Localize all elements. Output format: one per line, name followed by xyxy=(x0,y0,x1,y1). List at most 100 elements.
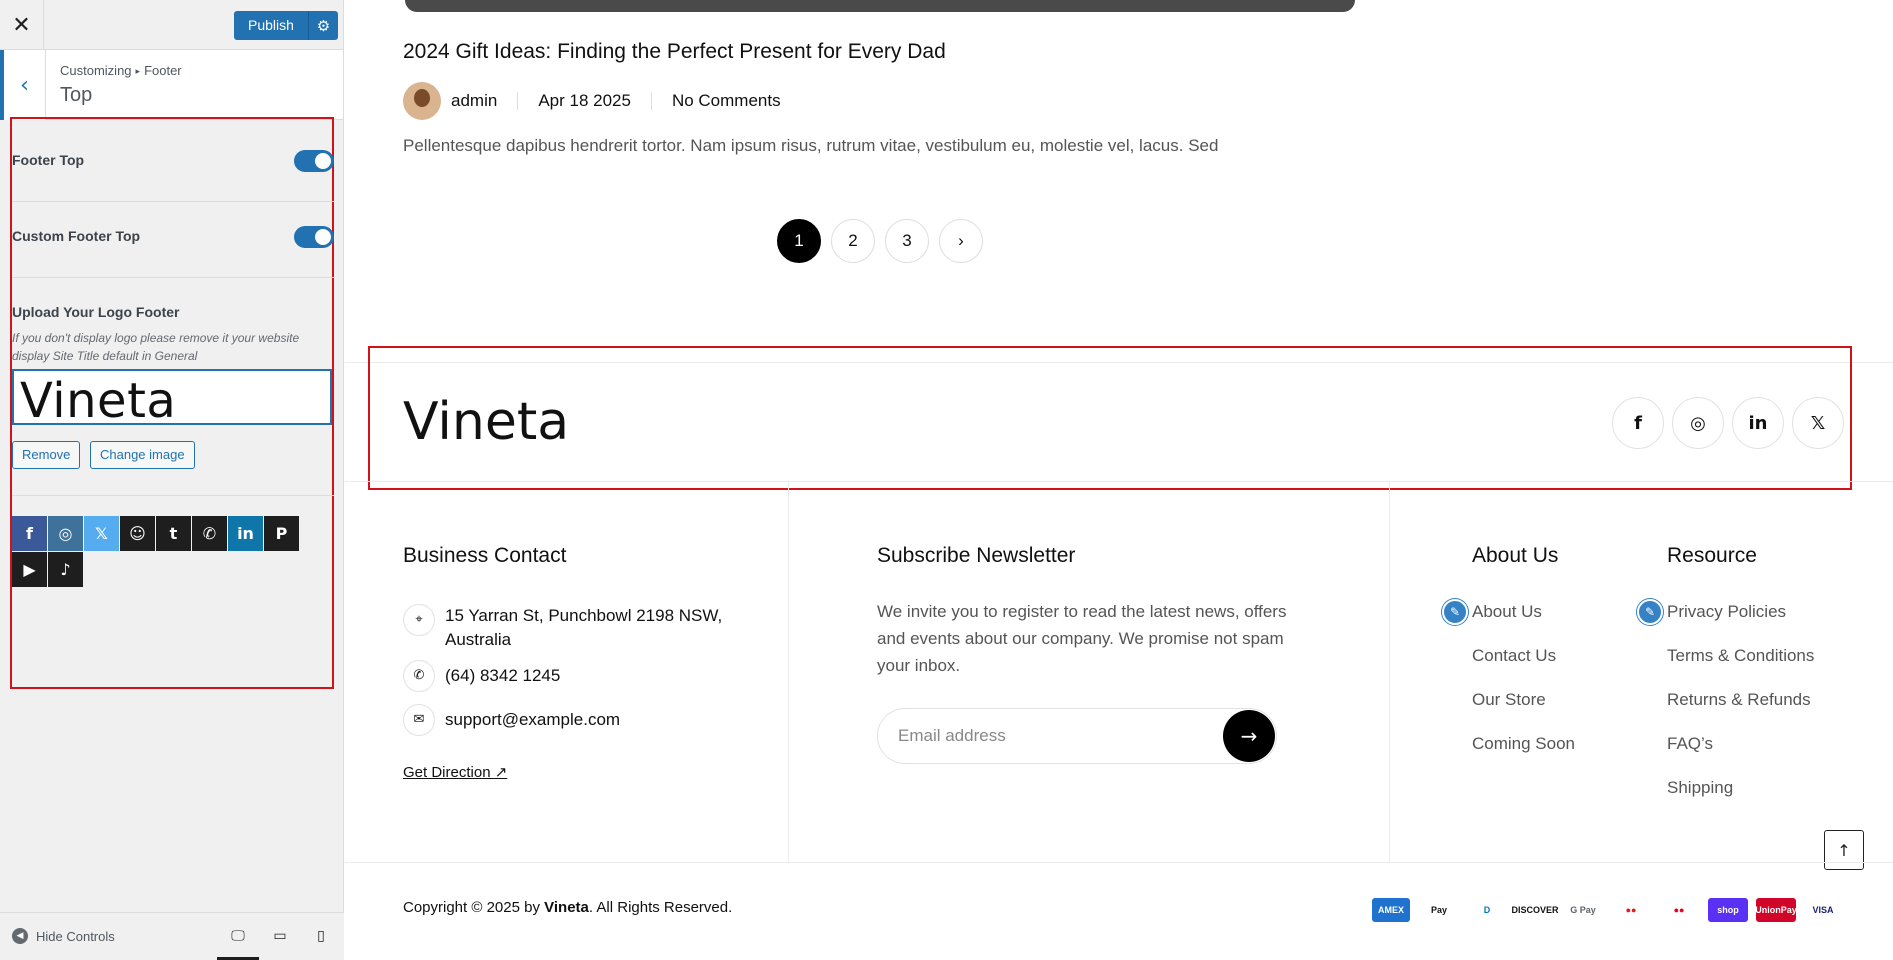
copyright-text: Copyright © 2025 by Vineta. All Rights R… xyxy=(403,899,732,916)
post-comments[interactable]: No Comments xyxy=(672,91,781,111)
instagram-icon[interactable]: ◎ xyxy=(1672,397,1724,449)
tablet-preview-icon[interactable]: ▭ xyxy=(269,925,291,947)
footer-top-settings-panel: Footer Top Custom Footer Top Upload Your… xyxy=(10,117,334,689)
footer-top-label: Footer Top xyxy=(12,152,85,168)
unionpay-icon: UnionPay xyxy=(1755,898,1797,922)
footer-link-returns-refunds[interactable]: Returns & Refunds xyxy=(1667,690,1811,710)
back-to-top-icon[interactable]: ↑ xyxy=(1824,830,1864,870)
linkedin-icon[interactable]: in xyxy=(1732,397,1784,449)
pinterest-icon[interactable]: P xyxy=(264,516,299,551)
mastercard-icon: ●● xyxy=(1660,898,1698,922)
footer-link-privacy-policies[interactable]: Privacy Policies xyxy=(1667,602,1786,622)
edit-pencil-icon[interactable]: ✎ xyxy=(1637,599,1663,625)
copyright-brand[interactable]: Vineta xyxy=(544,899,589,916)
page-1-button[interactable]: 1 xyxy=(777,219,821,263)
linkedin-icon[interactable]: in xyxy=(228,516,263,551)
instagram-icon[interactable]: ◎ xyxy=(48,516,83,551)
site-preview: 2024 Gift Ideas: Finding the Perfect Pre… xyxy=(345,0,1893,960)
hide-controls-button[interactable]: ◀ Hide Controls xyxy=(12,928,115,944)
customizer-topbar: ✕ Publish ⚙ xyxy=(0,0,343,50)
phone-text[interactable]: (64) 8342 1245 xyxy=(445,660,560,692)
post-excerpt: Pellentesque dapibus hendrerit tortor. N… xyxy=(403,136,1219,155)
divider xyxy=(1389,482,1390,862)
x-icon[interactable]: 𝕏 xyxy=(1792,397,1844,449)
upload-logo-description: If you don't display logo please remove … xyxy=(12,331,300,363)
footer-link-shipping[interactable]: Shipping xyxy=(1667,778,1733,798)
desktop-preview-icon[interactable]: 🖵 xyxy=(217,925,259,960)
mail-icon: ✉ xyxy=(403,704,435,736)
phone-item: ✆ (64) 8342 1245 xyxy=(403,660,560,692)
post-featured-image[interactable] xyxy=(405,0,1355,12)
mobile-preview-icon[interactable]: ▯ xyxy=(310,925,332,947)
email-item: ✉ support@example.com xyxy=(403,704,620,736)
section-title: Top xyxy=(60,84,93,106)
edit-pencil-icon[interactable]: ✎ xyxy=(1442,599,1468,625)
newsletter-form xyxy=(877,708,1277,764)
divider xyxy=(345,481,1893,482)
change-image-button[interactable]: Change image xyxy=(90,441,195,469)
logo-preview[interactable]: Vineta xyxy=(12,369,332,429)
visa-icon: VISA xyxy=(1804,898,1842,922)
divider xyxy=(12,495,334,496)
remove-logo-button[interactable]: Remove xyxy=(12,441,81,469)
footer-link-contact-us[interactable]: Contact Us xyxy=(1472,646,1556,666)
tiktok-icon[interactable]: ♪ xyxy=(48,552,83,587)
post-author[interactable]: admin xyxy=(451,91,497,111)
divider xyxy=(12,277,334,278)
facebook-icon[interactable]: f xyxy=(1612,397,1664,449)
page-2-button[interactable]: 2 xyxy=(831,219,875,263)
customizer-footer: ◀ Hide Controls 🖵 ▭ ▯ xyxy=(0,912,344,960)
footer-link-faqs[interactable]: FAQ’s xyxy=(1667,734,1713,754)
footer-top-row: Footer Top xyxy=(12,119,334,199)
next-page-icon[interactable]: › xyxy=(939,219,983,263)
gear-icon[interactable]: ⚙ xyxy=(307,11,338,40)
upload-logo-label: Upload Your Logo Footer xyxy=(12,304,180,320)
divider xyxy=(650,92,652,110)
phone-icon: ✆ xyxy=(403,660,435,692)
diners-club-icon: D xyxy=(1468,898,1506,922)
section-header: ‹ Customizing ▸ Footer Top xyxy=(0,50,343,120)
youtube-icon[interactable]: ▶ xyxy=(12,552,47,587)
business-contact-heading: Business Contact xyxy=(403,544,567,567)
footer-link-our-store[interactable]: Our Store xyxy=(1472,690,1546,710)
address-item: ⌖ 15 Yarran St, Punchbowl 2198 NSW, Aust… xyxy=(403,604,743,652)
hide-controls-label: Hide Controls xyxy=(36,928,115,944)
footer-logo[interactable]: Vineta xyxy=(403,392,569,452)
subscribe-arrow-icon[interactable]: → xyxy=(1223,710,1275,762)
about-heading: About Us xyxy=(1472,544,1559,567)
divider xyxy=(788,482,789,862)
resource-heading: Resource xyxy=(1667,544,1757,567)
amex-icon: AMEX xyxy=(1372,898,1410,922)
footer-link-terms-conditions[interactable]: Terms & Conditions xyxy=(1667,646,1814,666)
email-input[interactable] xyxy=(878,709,1178,763)
copyright-suffix: . All Rights Reserved. xyxy=(588,899,733,916)
post-title[interactable]: 2024 Gift Ideas: Finding the Perfect Pre… xyxy=(403,40,946,64)
newsletter-heading: Subscribe Newsletter xyxy=(877,544,1076,567)
customizer-sidebar: ✕ Publish ⚙ ‹ Customizing ▸ Footer Top Foo… xyxy=(0,0,344,960)
x-icon[interactable]: 𝕏 xyxy=(84,516,119,551)
copyright-prefix: Copyright © 2025 by xyxy=(403,899,545,916)
breadcrumb: Customizing ▸ Footer xyxy=(60,63,182,78)
email-text[interactable]: support@example.com xyxy=(445,704,620,736)
apple-pay-icon: Pay xyxy=(1420,898,1458,922)
discover-icon: DISCOVER xyxy=(1512,898,1559,922)
maestro-icon: ●● xyxy=(1612,898,1650,922)
footer-link-about-us[interactable]: About Us xyxy=(1472,602,1542,622)
divider xyxy=(345,862,1893,863)
footer-top-toggle[interactable] xyxy=(294,150,334,172)
facebook-icon[interactable]: f xyxy=(12,516,47,551)
snapchat-icon[interactable]: ☺ xyxy=(120,516,155,551)
publish-button[interactable]: Publish xyxy=(234,11,308,40)
close-icon[interactable]: ✕ xyxy=(0,0,44,50)
page-3-button[interactable]: 3 xyxy=(885,219,929,263)
author-avatar xyxy=(403,82,441,120)
twitter-icon[interactable]: t xyxy=(156,516,191,551)
whatsapp-icon[interactable]: ✆ xyxy=(192,516,227,551)
address-text: 15 Yarran St, Punchbowl 2198 NSW, Austra… xyxy=(445,606,723,649)
get-direction-link[interactable]: Get Direction ↗ xyxy=(403,763,507,781)
custom-footer-top-toggle[interactable] xyxy=(294,226,334,248)
custom-footer-top-row: Custom Footer Top xyxy=(12,201,334,279)
breadcrumb-root: Customizing xyxy=(60,63,132,78)
back-icon[interactable]: ‹ xyxy=(0,50,46,120)
footer-link-coming-soon[interactable]: Coming Soon xyxy=(1472,734,1575,754)
